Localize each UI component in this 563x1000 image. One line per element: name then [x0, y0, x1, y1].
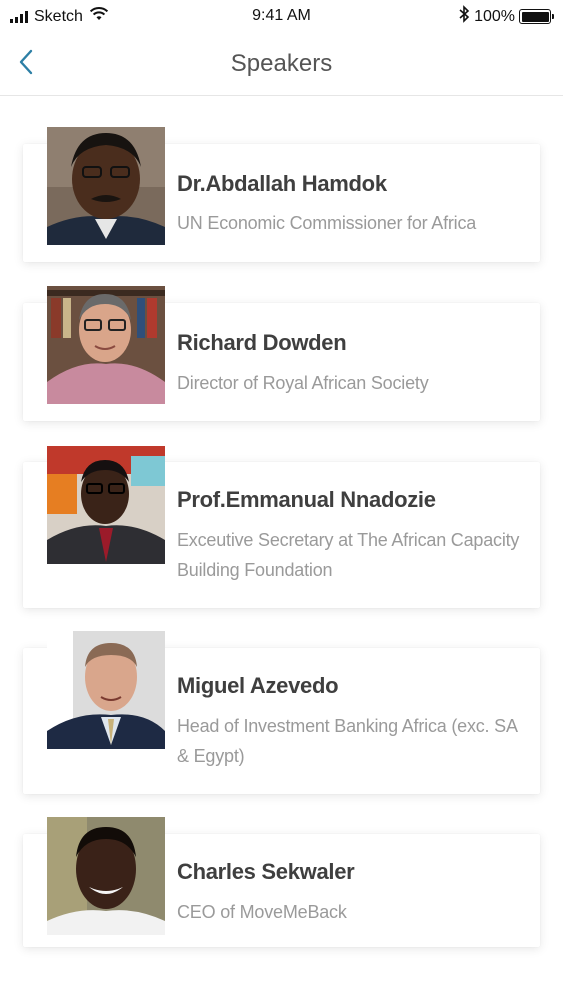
- status-right: 100%: [458, 5, 554, 28]
- speaker-name: Richard Dowden: [177, 330, 347, 355]
- battery-percent: 100%: [474, 7, 515, 25]
- speaker-role: Exceutive Secretary at The African Capac…: [177, 530, 520, 580]
- speaker-role: CEO of MoveMeBack: [177, 902, 347, 922]
- speaker-name: Miguel Azevedo: [177, 673, 339, 698]
- page-title: Speakers: [230, 50, 333, 77]
- nav-bar: Speakers: [0, 32, 563, 96]
- speaker-role: Head of Investment Banking Africa (exc. …: [177, 716, 517, 766]
- speaker-avatar: [47, 446, 165, 564]
- speaker-avatar: [47, 127, 165, 245]
- speaker-name: Dr.Abdallah Hamdok: [177, 171, 387, 196]
- speaker-name: Prof.Emmanual Nnadozie: [177, 487, 436, 512]
- speaker-avatar: [47, 286, 165, 404]
- speaker-role: Director of Royal African Society: [177, 373, 429, 393]
- speaker-name: Charles Sekwaler: [177, 859, 355, 884]
- status-bar: Sketch 9:41 AM 100%: [0, 0, 563, 32]
- battery-icon: [519, 9, 554, 24]
- speaker-avatar: [47, 817, 165, 935]
- bluetooth-icon: [458, 5, 470, 28]
- battery-fill: [521, 11, 549, 22]
- speaker-avatar: [47, 631, 165, 749]
- speaker-role: UN Economic Commissioner for Africa: [177, 213, 477, 233]
